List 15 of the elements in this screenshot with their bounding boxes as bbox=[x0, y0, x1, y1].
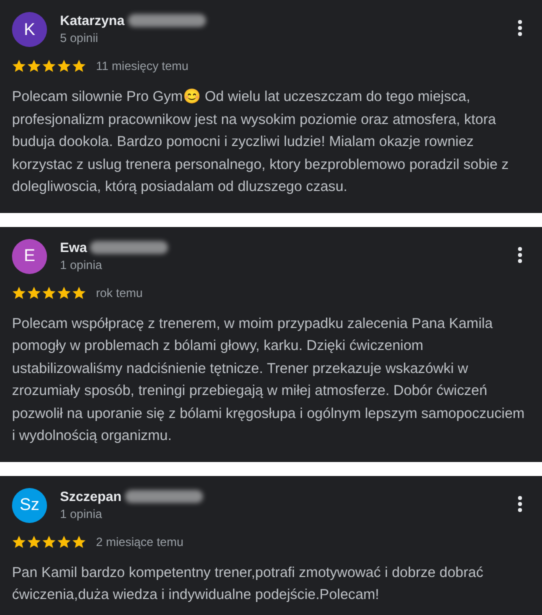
avatar: E bbox=[12, 238, 47, 274]
avatar: Sz bbox=[12, 488, 47, 522]
reviewer-name[interactable]: Ewa bbox=[60, 240, 88, 254]
review-count: 1 opinia bbox=[60, 258, 104, 272]
reviewer-name[interactable]: Szczepan bbox=[60, 488, 122, 504]
review-text: Polecam silownie Pro Gym😊 Od wielu lat uczeszczam do tego miejsca, profesjonalizm pracownikow jest na wysokim poziomie oraz atmosfera, ktora buduja dookola. Bardzo pomocni i zyczliwi ludzie! Mialam okazje rowniez korzystac z uslug trenera personalnego, ktory bezproblemowo poradzil sobie z dolegliwoscia, którą posiadalam od dluzszego czasu. bbox=[12, 88, 510, 197]
review-text: Pan Kamil bardzo kompetentny trener,potrafi zmotywować i dobrze dobrać ćwiczenia,duża wiedza i indywidualne podejście.Polecam! bbox=[12, 564, 484, 605]
review-date: 2 miesiące temu bbox=[96, 534, 184, 548]
review-text: Polecam współpracę z trenerem, w moim przypadku zalecenia Pana Kamila pomogły w problemach z bólami głowy, karku. Dzięki ćwiczeniom ustabilizowaliśmy nadciśnienie tętnicze. Trener przekazuje wskazówki w zrozumiały sposób, treningi przebiegają w miłej atmosferze. Dobór ćwiczeń pozwolił na uporanie się z bólami kręgosłupa i ogólnym lepszym samopoczuciem i wydolnością organizmu. bbox=[12, 314, 526, 446]
reviewer-name[interactable]: Katarzyna bbox=[60, 13, 125, 28]
review-date: 11 miesięcy temu bbox=[96, 59, 188, 73]
avatar: K bbox=[12, 12, 47, 47]
review-count: 1 opinia bbox=[60, 506, 104, 520]
review-date: rok temu bbox=[96, 286, 143, 300]
review-count: 5 opinii bbox=[60, 31, 100, 45]
